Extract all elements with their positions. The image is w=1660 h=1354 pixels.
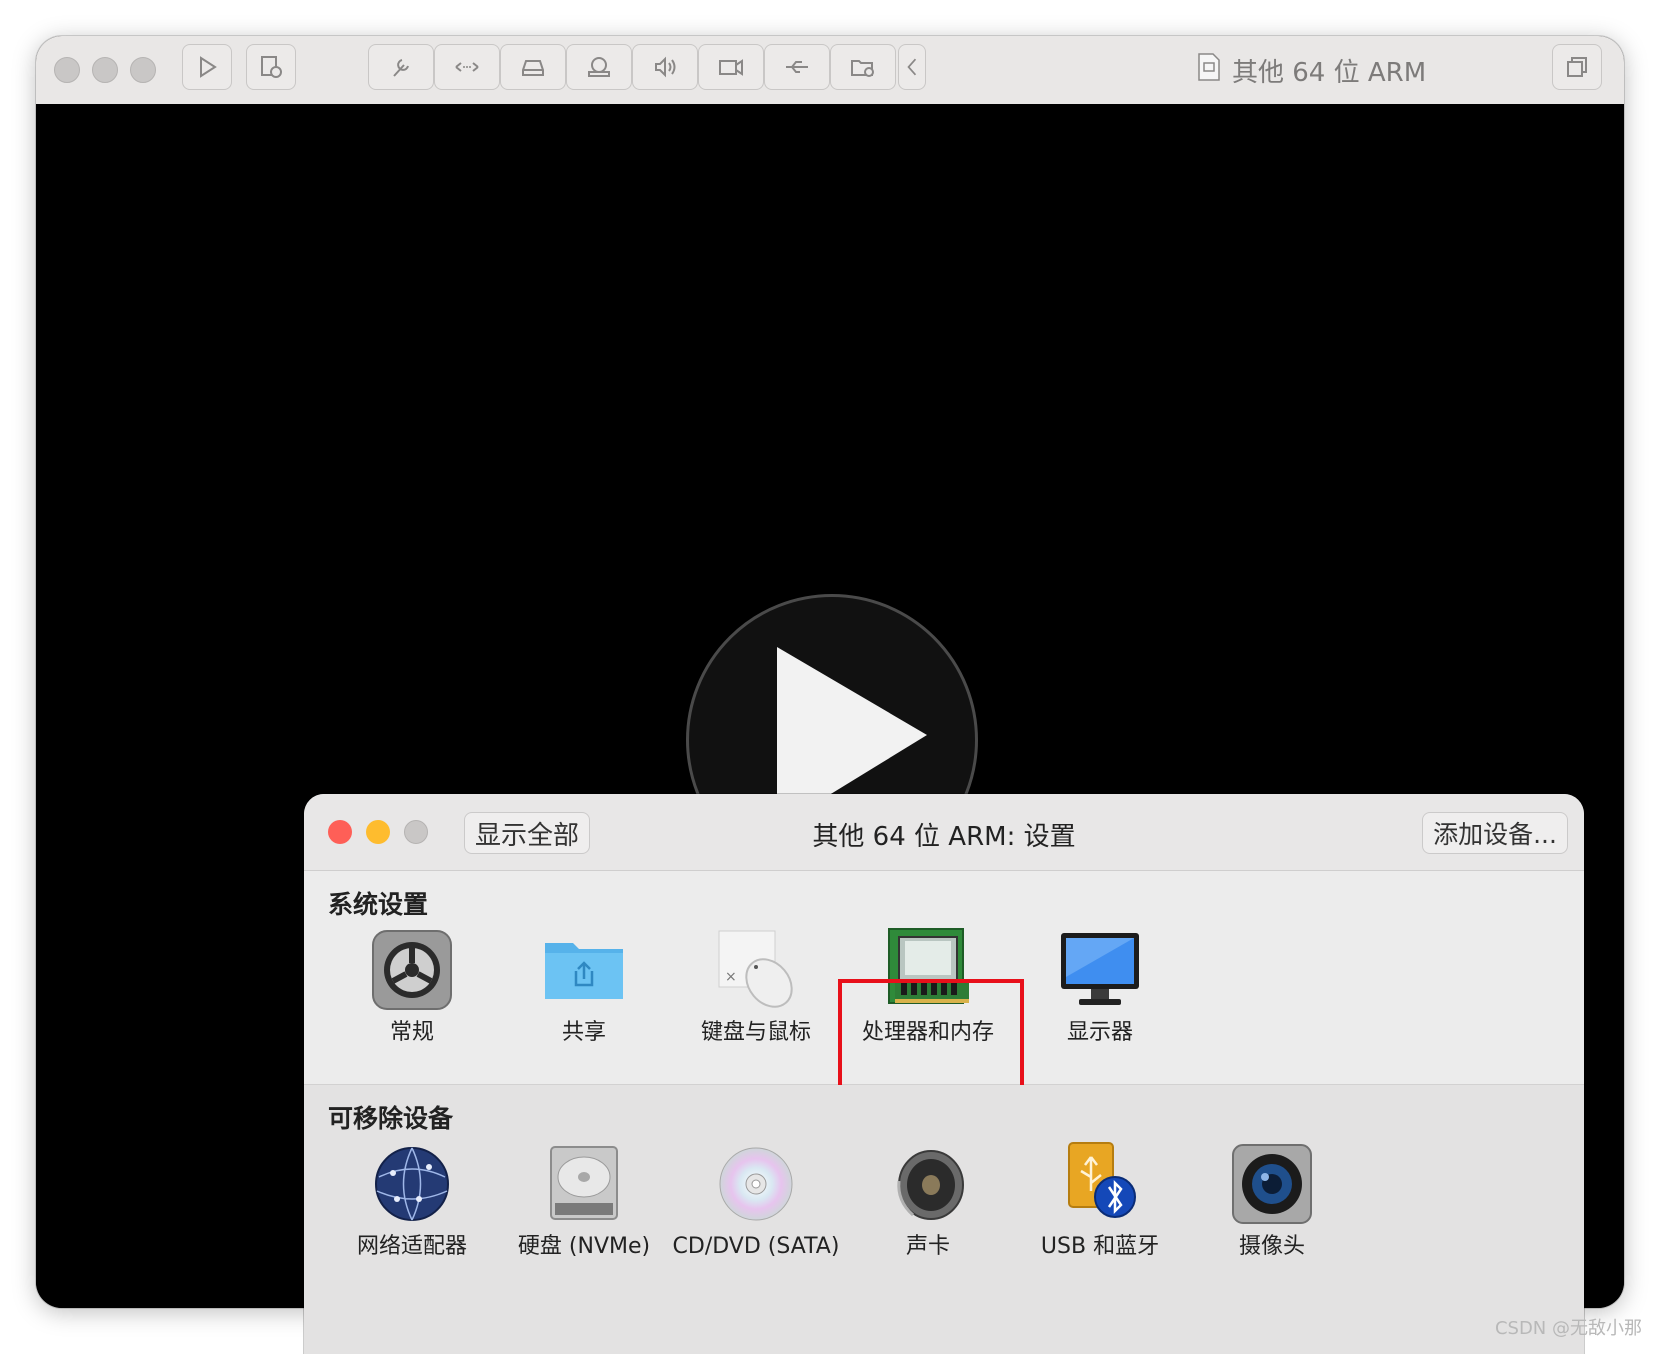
snapshot-button[interactable] [246,44,296,90]
usb-button[interactable] [764,44,830,90]
play-icon [200,56,217,78]
system-item-sharing[interactable]: 共享 [498,927,670,1046]
window-switch-button[interactable] [1552,44,1602,90]
optical-drive-icon [588,57,610,77]
removable-item-sound[interactable]: 声卡 [842,1141,1014,1260]
play-button[interactable] [182,44,232,90]
system-settings-title: 系统设置 [328,890,429,919]
usb-icon [786,61,808,73]
window-switch-icon [1567,57,1587,77]
system-item-general[interactable]: 常规 [326,927,498,1046]
system-item-label: 显示器 [1066,1020,1133,1045]
removable-item-network[interactable]: 网络适配器 [326,1141,498,1260]
shared-folder-icon [851,60,874,77]
wrench-icon [393,59,409,77]
hard-disk-icon [522,60,544,76]
camera-icon [1229,1141,1315,1227]
sound-card-icon [885,1141,971,1227]
network-globe-icon [369,1141,455,1227]
window-title-text: 其他 64 位 ARM [1232,57,1427,88]
chevron-left-icon [907,58,917,76]
speaker-icon [655,56,676,78]
system-item-label: 共享 [561,1020,606,1045]
usb-bluetooth-icon [1057,1141,1143,1227]
watermark: CSDN @无敌小那 [1494,1318,1642,1339]
system-settings-section: 系统设置 常规 共享 × 键盘与鼠标 处理器和内存 显示器 [304,871,1584,1137]
removable-item-label: 硬盘 (NVMe) [517,1234,651,1259]
removable-item-cd-dvd[interactable]: CD/DVD (SATA) [670,1141,842,1260]
network-arrows-icon [455,62,479,72]
system-item-label: 键盘与鼠标 [700,1020,811,1045]
settings-title: 其他 64 位 ARM: 设置 [812,822,1076,852]
removable-devices-section: 可移除设备 网络适配器 硬盘 (NVMe) CD/DVD (SATA) 声卡 U… [304,1085,1584,1354]
svg-text:×: × [725,969,737,985]
removable-item-label: 声卡 [905,1234,950,1259]
removable-item-label: USB 和蓝牙 [1040,1234,1160,1259]
removable-item-label: 网络适配器 [356,1234,467,1259]
collapse-toolbar-button[interactable] [898,44,926,90]
shared-folder-button[interactable] [830,44,896,90]
cd-dvd-icon [713,1141,799,1227]
keyboard-mouse-icon: × [713,927,799,1013]
removable-item-usb-bluetooth[interactable]: USB 和蓝牙 [1014,1141,1186,1260]
hard-disk-icon [541,1141,627,1227]
sound-button[interactable] [632,44,698,90]
minimize-button[interactable] [92,57,118,83]
system-item-label: 常规 [389,1020,434,1045]
optical-drive-button[interactable] [566,44,632,90]
disk-button[interactable] [500,44,566,90]
vm-document-icon [1196,52,1222,89]
removable-item-camera[interactable]: 摄像头 [1186,1141,1358,1260]
settings-titlebar: 显示全部 其他 64 位 ARM: 设置 添加设备... [304,794,1584,871]
settings-window: 显示全部 其他 64 位 ARM: 设置 添加设备... 系统设置 常规 共享 … [304,794,1584,1354]
settings-button[interactable] [368,44,434,90]
removable-devices-title: 可移除设备 [328,1104,454,1133]
network-button[interactable] [434,44,500,90]
system-item-display[interactable]: 显示器 [1014,927,1186,1046]
removable-item-hard-disk[interactable]: 硬盘 (NVMe) [498,1141,670,1260]
vm-titlebar: 其他 64 位 ARM [36,36,1624,105]
camera-button[interactable] [698,44,764,90]
add-device-button[interactable]: 添加设备... [1422,812,1568,854]
system-item-keyboard-mouse[interactable]: × 键盘与鼠标 [670,927,842,1046]
zoom-button[interactable] [130,57,156,83]
snapshot-icon [261,56,282,78]
shared-folder-icon [541,927,627,1013]
camera-icon [719,59,743,76]
display-icon [1057,927,1143,1013]
general-gear-icon [369,927,455,1013]
close-button[interactable] [54,57,80,83]
removable-item-label: 摄像头 [1238,1234,1305,1259]
window-title: 其他 64 位 ARM [1196,50,1426,90]
removable-item-label: CD/DVD (SATA) [672,1234,840,1259]
